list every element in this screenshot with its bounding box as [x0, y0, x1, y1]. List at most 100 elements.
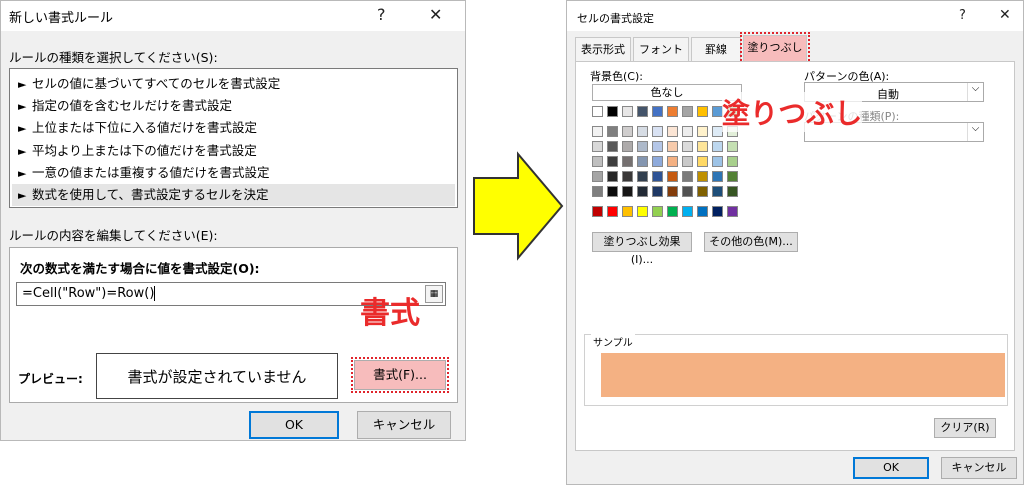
color-swatch[interactable] — [682, 206, 693, 217]
color-swatch[interactable] — [637, 156, 648, 167]
color-swatch[interactable] — [727, 156, 738, 167]
tab-fill[interactable]: 塗りつぶし — [740, 32, 810, 64]
color-swatch[interactable] — [682, 141, 693, 152]
color-swatch[interactable] — [607, 141, 618, 152]
help-button[interactable]: ? — [959, 8, 966, 23]
color-swatch[interactable] — [592, 141, 603, 152]
close-icon[interactable]: ✕ — [429, 5, 442, 24]
color-swatch[interactable] — [622, 106, 633, 117]
tab-number[interactable]: 表示形式 — [575, 37, 631, 61]
color-swatch[interactable] — [637, 171, 648, 182]
color-swatch[interactable] — [697, 156, 708, 167]
color-swatch[interactable] — [607, 171, 618, 182]
color-swatch[interactable] — [607, 206, 618, 217]
no-color-button[interactable]: 色なし — [592, 84, 742, 101]
color-swatch[interactable] — [667, 171, 678, 182]
new-format-rule-dialog: 新しい書式ルール ? ✕ ルールの種類を選択してください(S): ► セルの値に基… — [0, 0, 466, 441]
color-swatch[interactable] — [697, 171, 708, 182]
arrow-right-icon: ► — [18, 100, 27, 113]
list-item[interactable]: ► 上位または下位に入る値だけを書式設定 — [12, 117, 455, 139]
color-swatch[interactable] — [622, 171, 633, 182]
color-swatch[interactable] — [637, 126, 648, 137]
annotation-fill: 塗りつぶし — [722, 92, 863, 132]
ok-button[interactable]: OK — [853, 457, 929, 479]
color-swatch[interactable] — [607, 186, 618, 197]
color-swatch[interactable] — [622, 206, 633, 217]
color-swatch[interactable] — [607, 106, 618, 117]
color-swatch[interactable] — [682, 106, 693, 117]
color-swatch[interactable] — [637, 141, 648, 152]
chevron-down-icon: ⌵ — [967, 83, 983, 101]
color-swatch[interactable] — [697, 186, 708, 197]
color-swatch[interactable] — [697, 141, 708, 152]
color-swatch[interactable] — [652, 206, 663, 217]
color-swatch[interactable] — [667, 186, 678, 197]
dialog-title: 新しい書式ルール — [9, 11, 114, 26]
color-swatch[interactable] — [667, 126, 678, 137]
list-item[interactable]: ► 平均より上または下の値だけを書式設定 — [12, 140, 455, 162]
color-swatch[interactable] — [727, 206, 738, 217]
list-item-selected[interactable]: ► 数式を使用して、書式設定するセルを決定 — [12, 184, 455, 206]
color-swatch[interactable] — [667, 156, 678, 167]
more-colors-button[interactable]: その他の色(M)... — [704, 232, 798, 252]
preview-box: 書式が設定されていません — [96, 353, 338, 399]
color-swatch[interactable] — [697, 206, 708, 217]
rule-type-label: ルールの種類を選択してください(S): — [9, 50, 218, 65]
color-swatch[interactable] — [622, 156, 633, 167]
color-swatch[interactable] — [652, 141, 663, 152]
color-swatch[interactable] — [652, 106, 663, 117]
edit-rule-label: ルールの内容を編集してください(E): — [9, 228, 218, 243]
color-swatch[interactable] — [652, 126, 663, 137]
color-swatch[interactable] — [667, 141, 678, 152]
clear-button[interactable]: クリア(R) — [934, 418, 996, 438]
list-item[interactable]: ► 一意の値または重複する値だけを書式設定 — [12, 162, 455, 184]
color-swatch[interactable] — [727, 186, 738, 197]
color-swatch[interactable] — [607, 126, 618, 137]
color-swatch[interactable] — [592, 186, 603, 197]
cancel-button[interactable]: キャンセル — [941, 457, 1017, 479]
color-swatch[interactable] — [592, 126, 603, 137]
color-swatch[interactable] — [682, 186, 693, 197]
color-swatch[interactable] — [712, 206, 723, 217]
tab-border[interactable]: 罫線 — [691, 37, 741, 61]
color-swatch[interactable] — [682, 171, 693, 182]
color-swatch[interactable] — [622, 186, 633, 197]
fill-effects-button[interactable]: 塗りつぶし効果(I)... — [592, 232, 692, 266]
color-swatch[interactable] — [622, 126, 633, 137]
format-button[interactable]: 書式(F)... — [351, 357, 449, 393]
list-item[interactable]: ► セルの値に基づいてすべてのセルを書式設定 — [12, 73, 455, 95]
color-swatch[interactable] — [727, 171, 738, 182]
color-swatch[interactable] — [697, 106, 708, 117]
color-swatch[interactable] — [697, 126, 708, 137]
color-swatch[interactable] — [712, 141, 723, 152]
list-item[interactable]: ► 指定の値を含むセルだけを書式設定 — [12, 95, 455, 117]
cancel-button[interactable]: キャンセル — [357, 411, 451, 439]
color-swatch[interactable] — [682, 156, 693, 167]
color-swatch[interactable] — [652, 186, 663, 197]
color-swatch[interactable] — [637, 106, 648, 117]
color-swatch[interactable] — [637, 206, 648, 217]
range-select-icon[interactable]: ▦ — [425, 285, 443, 303]
color-swatch[interactable] — [712, 171, 723, 182]
close-icon[interactable]: ✕ — [999, 7, 1011, 23]
color-swatch[interactable] — [592, 156, 603, 167]
color-swatch[interactable] — [637, 186, 648, 197]
color-swatch[interactable] — [712, 156, 723, 167]
color-swatch[interactable] — [622, 141, 633, 152]
color-swatch[interactable] — [682, 126, 693, 137]
tab-font[interactable]: フォント — [633, 37, 689, 61]
color-swatch[interactable] — [667, 106, 678, 117]
color-swatch[interactable] — [607, 156, 618, 167]
color-swatch[interactable] — [592, 206, 603, 217]
color-swatch[interactable] — [712, 186, 723, 197]
color-swatch[interactable] — [592, 171, 603, 182]
ok-button[interactable]: OK — [249, 411, 339, 439]
rule-type-list[interactable]: ► セルの値に基づいてすべてのセルを書式設定 ► 指定の値を含むセルだけを書式設定 … — [9, 68, 458, 208]
color-swatch[interactable] — [652, 156, 663, 167]
color-swatch[interactable] — [592, 106, 603, 117]
color-swatch[interactable] — [727, 141, 738, 152]
color-swatch[interactable] — [667, 206, 678, 217]
help-button[interactable]: ? — [377, 5, 386, 24]
color-swatch[interactable] — [652, 171, 663, 182]
format-cells-dialog: セルの書式設定 ? ✕ 表示形式 フォント 罫線 塗りつぶし 背景色(C): 色… — [566, 0, 1024, 485]
